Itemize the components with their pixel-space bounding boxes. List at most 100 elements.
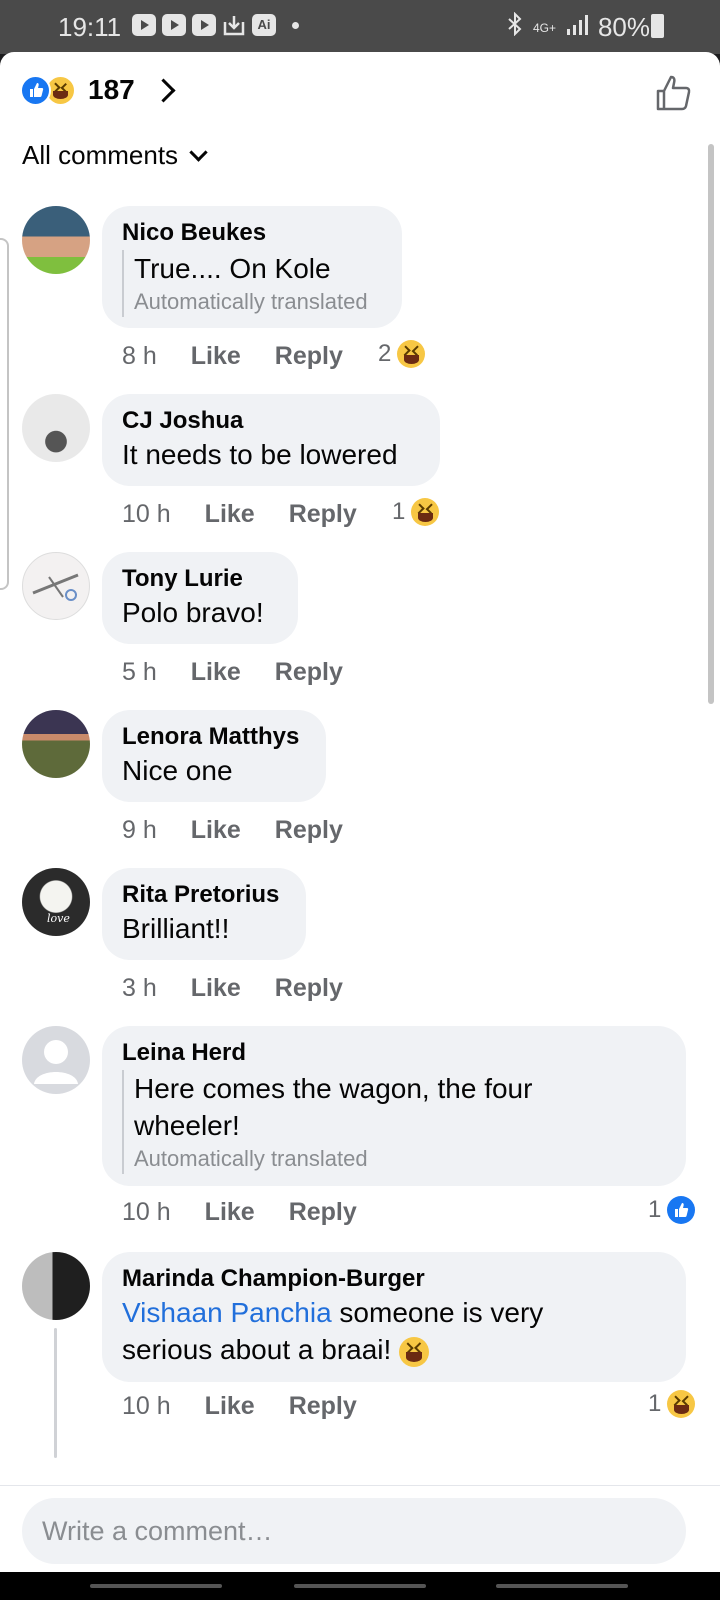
laughing-emoji-icon — [399, 1336, 430, 1367]
bluetooth-icon — [507, 11, 523, 43]
avatar[interactable] — [22, 394, 90, 462]
filter-label: All comments — [22, 140, 179, 170]
comment-reaction-count: 2 — [378, 340, 392, 367]
like-comment-button[interactable]: Like — [205, 500, 255, 529]
write-comment-input[interactable] — [22, 1498, 686, 1564]
comment-reactions[interactable]: 1 — [392, 498, 440, 526]
comment-text-line: Here comes the wagon, the four — [134, 1073, 533, 1104]
comment-bubble[interactable]: Lenora Matthys Nice one — [102, 710, 326, 802]
reactions-summary[interactable]: 187 — [20, 74, 176, 106]
default-avatar-icon — [34, 1040, 78, 1084]
signal-icon — [566, 12, 588, 43]
avatar[interactable] — [22, 1252, 90, 1320]
like-comment-button[interactable]: Like — [205, 1392, 255, 1421]
comment-actions: 10 h Like Reply — [122, 500, 391, 529]
comment-bubble[interactable]: Leina Herd Here comes the wagon, the fou… — [102, 1026, 686, 1186]
nav-recents-handle[interactable] — [90, 1584, 222, 1588]
notification-icons: Ai — [132, 14, 299, 36]
system-nav-bar — [0, 1572, 720, 1600]
avatar[interactable] — [22, 1026, 90, 1094]
comment-reactions[interactable]: 1 — [648, 1196, 696, 1224]
comment-bubble[interactable]: Nico Beukes True.... On Kole Automatical… — [102, 206, 402, 328]
avatar[interactable]: love — [22, 868, 90, 936]
youtube-notification-icon — [132, 14, 156, 36]
status-time: 19:11 — [58, 12, 122, 42]
comment-bubble[interactable]: Rita Pretorius Brilliant!! — [102, 868, 306, 960]
comment-text: True.... On Kole — [134, 253, 331, 284]
like-post-button[interactable] — [654, 74, 692, 112]
comments-sheet: 187 All comments Nico Beukes True.... On… — [0, 52, 720, 1572]
comment-author[interactable]: Marinda Champion-Burger — [122, 1264, 666, 1294]
translated-block: Here comes the wagon, the four wheeler! … — [122, 1070, 666, 1174]
like-comment-button[interactable]: Like — [191, 974, 241, 1003]
comment-time[interactable]: 10 h — [122, 500, 171, 529]
like-comment-button[interactable]: Like — [191, 816, 241, 845]
comment-time[interactable]: 8 h — [122, 342, 157, 371]
comment-time[interactable]: 3 h — [122, 974, 157, 1003]
comment-author[interactable]: Tony Lurie — [122, 564, 278, 594]
avatar-caption: love — [47, 912, 70, 925]
comment-reaction-count: 1 — [392, 498, 406, 525]
download-notification-icon — [222, 14, 246, 36]
like-comment-button[interactable]: Like — [191, 658, 241, 687]
comment-actions: 5 h Like Reply — [122, 658, 377, 687]
reply-button[interactable]: Reply — [289, 500, 357, 529]
reaction-count: 187 — [88, 74, 135, 105]
comment-reactions[interactable]: 1 — [648, 1390, 696, 1418]
comment-time[interactable]: 10 h — [122, 1198, 171, 1227]
mention-link[interactable]: Vishaan Panchia — [122, 1297, 332, 1328]
comment-time[interactable]: 9 h — [122, 816, 157, 845]
comment-author[interactable]: CJ Joshua — [122, 406, 420, 436]
thumbs-up-icon — [656, 75, 691, 111]
comment-reactions[interactable]: 2 — [378, 340, 426, 368]
scrollbar[interactable] — [708, 144, 714, 704]
reply-button[interactable]: Reply — [275, 974, 343, 1003]
avatar[interactable] — [22, 552, 90, 620]
reply-button[interactable]: Reply — [275, 342, 343, 371]
comment-time[interactable]: 5 h — [122, 658, 157, 687]
chevron-down-icon — [189, 143, 208, 162]
status-bar: 19:11 Ai 4G+ 80% — [0, 0, 720, 54]
comment-actions: 8 h Like Reply — [122, 342, 377, 371]
comment-text-line: serious about a braai! — [122, 1331, 666, 1368]
comment-author[interactable]: Lenora Matthys — [122, 722, 306, 752]
comment-text: Brilliant!! — [122, 913, 230, 944]
haha-reaction-icon — [397, 340, 426, 368]
comment-time[interactable]: 10 h — [122, 1392, 171, 1421]
comment-author[interactable]: Leina Herd — [122, 1038, 666, 1068]
comment-actions: 9 h Like Reply — [122, 816, 377, 845]
comment-filter-dropdown[interactable]: All comments — [22, 140, 208, 171]
like-comment-button[interactable]: Like — [191, 342, 241, 371]
reply-button[interactable]: Reply — [289, 1198, 357, 1227]
comment-actions: 10 h Like Reply — [122, 1198, 391, 1227]
translation-label[interactable]: Automatically translated — [134, 287, 382, 317]
network-type: 4G+ — [532, 20, 556, 35]
more-notifications-dot — [292, 21, 299, 29]
comment-actions: 10 h Like Reply — [122, 1392, 391, 1421]
reply-thread-line — [54, 1328, 57, 1458]
avatar[interactable] — [22, 710, 90, 778]
chevron-right-icon — [151, 77, 176, 103]
like-comment-button[interactable]: Like — [205, 1198, 255, 1227]
reply-button[interactable]: Reply — [275, 658, 343, 687]
haha-reaction-icon — [667, 1390, 696, 1418]
system-status: 4G+ 80% — [507, 11, 650, 43]
comment-composer — [0, 1485, 720, 1572]
reply-button[interactable]: Reply — [289, 1392, 357, 1421]
youtube-notification-icon — [162, 14, 186, 36]
comment-author[interactable]: Rita Pretorius — [122, 880, 286, 910]
comment-bubble[interactable]: CJ Joshua It needs to be lowered — [102, 394, 440, 486]
haha-reaction-icon — [411, 498, 440, 526]
comment-reaction-count: 1 — [648, 1196, 662, 1223]
reply-button[interactable]: Reply — [275, 816, 343, 845]
nav-back-handle[interactable] — [496, 1584, 628, 1588]
nav-home-handle[interactable] — [294, 1584, 426, 1588]
comment-reaction-count: 1 — [648, 1390, 662, 1417]
comment-bubble[interactable]: Marinda Champion-Burger Vishaan Panchia … — [102, 1252, 686, 1382]
translation-label[interactable]: Automatically translated — [134, 1144, 666, 1174]
translated-block: True.... On Kole Automatically translate… — [122, 250, 382, 317]
like-reaction-icon — [667, 1196, 696, 1224]
comment-bubble[interactable]: Tony Lurie Polo bravo! — [102, 552, 298, 644]
comment-author[interactable]: Nico Beukes — [122, 218, 382, 248]
avatar[interactable] — [22, 206, 90, 274]
